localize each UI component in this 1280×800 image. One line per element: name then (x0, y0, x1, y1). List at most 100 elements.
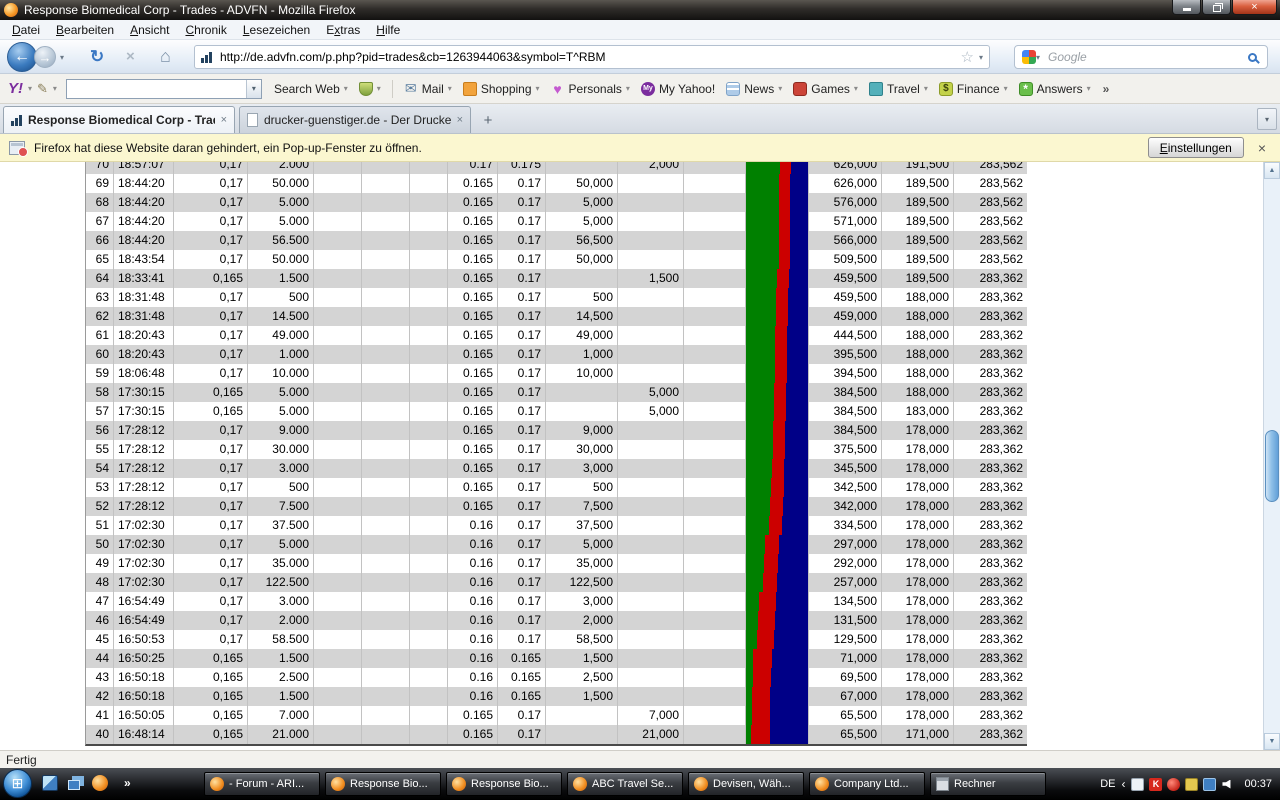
menu-lesezeichen[interactable]: Lesezeichen (235, 21, 318, 39)
home-button[interactable]: ⌂ (160, 46, 171, 67)
cell-ask: 0.17 (498, 554, 546, 573)
volume-tray-icon[interactable] (1221, 778, 1234, 791)
language-indicator[interactable]: DE (1100, 778, 1115, 790)
notification-text: Firefox hat diese Website daran gehinder… (34, 141, 422, 155)
window-title: Response Biomedical Corp - Trades - ADVF… (24, 3, 1171, 17)
kaspersky-tray-icon[interactable]: K (1149, 778, 1162, 791)
cell-day_total: 283,362 (954, 535, 1027, 554)
cell-bid: 0.165 (448, 440, 498, 459)
quick-launch-overflow-icon[interactable]: » (124, 776, 131, 790)
tab-2[interactable]: drucker-guenstiger.de - Der Drucke...× (239, 106, 471, 133)
yahoo-search-input[interactable]: ▾ (66, 79, 262, 99)
scroll-up-button[interactable]: ▲ (1264, 162, 1280, 179)
taskbar-task-1[interactable]: - Forum - ARI... (204, 772, 320, 796)
list-all-tabs-button[interactable]: ▾ (1257, 108, 1277, 130)
search-input[interactable]: ▾ Google (1014, 45, 1268, 69)
chevron-down-icon: ▾ (854, 84, 858, 93)
firefox-icon[interactable] (92, 775, 108, 791)
new-tab-button[interactable]: + (475, 108, 501, 133)
cell-ask: 0.17 (498, 345, 546, 364)
yahoo-item-games[interactable]: Games▾ (790, 82, 861, 96)
search-engine-dropdown-icon[interactable]: ▾ (1036, 53, 1040, 62)
url-input[interactable]: http://de.advfn.com/p.php?pid=trades&cb=… (194, 45, 990, 69)
cell-size: 7.000 (248, 706, 314, 725)
tabs-container: Response Biomedical Corp - Trad...×druck… (3, 106, 475, 133)
menu-hilfe[interactable]: Hilfe (368, 21, 408, 39)
yahoo-item-mail[interactable]: ✉Mail▾ (401, 82, 455, 96)
cell-empty (410, 459, 448, 478)
cell-empty (410, 516, 448, 535)
cell-sell: 7,000 (618, 706, 684, 725)
yahoo-item-finance[interactable]: $Finance▾ (936, 82, 1011, 96)
bookmark-dropdown-icon[interactable]: ▾ (979, 53, 983, 62)
task-label: Company Ltd... (834, 778, 909, 790)
menu-ansicht[interactable]: Ansicht (122, 21, 177, 39)
forward-button[interactable]: → (34, 46, 56, 68)
band-red (779, 174, 790, 193)
window-switcher-icon[interactable] (68, 780, 80, 790)
yahoo-item-personals[interactable]: ♥Personals▾ (548, 82, 633, 96)
toolbar-overflow-icon[interactable]: » (1103, 82, 1110, 96)
cell-buy_total: 345,500 (809, 459, 882, 478)
taskbar-task-2[interactable]: Response Bio... (325, 772, 441, 796)
taskbar-task-3[interactable]: Response Bio... (446, 772, 562, 796)
restore-button[interactable] (1202, 0, 1231, 15)
taskbar-task-5[interactable]: Devisen, Wäh... (688, 772, 804, 796)
chevron-left-icon[interactable]: ‹ (1121, 777, 1125, 791)
document-tray-icon[interactable] (1131, 778, 1144, 791)
menu-extras[interactable]: Extras (318, 21, 368, 39)
cell-sell (618, 630, 684, 649)
clipboard-tray-icon[interactable] (1185, 778, 1198, 791)
cell-size: 50.000 (248, 250, 314, 269)
stop-button[interactable]: × (126, 48, 135, 65)
tab-1[interactable]: Response Biomedical Corp - Trad...× (3, 106, 235, 133)
bookmark-star-icon[interactable]: ☆ (961, 48, 974, 66)
cell-day_total: 283,362 (954, 269, 1027, 288)
cell-bid: 0.165 (448, 250, 498, 269)
yahoo-item-my-yahoo[interactable]: MyMy Yahoo! (638, 82, 718, 96)
network-tray-icon[interactable] (1203, 778, 1216, 791)
menu-chronik[interactable]: Chronik (177, 21, 234, 39)
yahoo-item-shopping[interactable]: Shopping▾ (460, 82, 543, 96)
chevron-down-icon[interactable]: ▾ (53, 84, 57, 93)
close-button[interactable]: × (1232, 0, 1277, 15)
history-dropdown-button[interactable]: ▾ (60, 53, 64, 62)
restore-icon (1213, 5, 1221, 12)
taskbar-task-6[interactable]: Company Ltd... (809, 772, 925, 796)
cell-n: 49 (86, 554, 114, 573)
cell-size: 49.000 (248, 326, 314, 345)
taskbar-task-4[interactable]: ABC Travel Se... (567, 772, 683, 796)
cell-size: 21.000 (248, 725, 314, 744)
cell-day_total: 283,362 (954, 440, 1027, 459)
search-magnifier-icon[interactable] (1248, 53, 1257, 62)
reload-button[interactable]: ↻ (90, 47, 104, 67)
scrollbar-thumb[interactable] (1265, 430, 1279, 502)
notification-close-icon[interactable]: × (1258, 140, 1266, 156)
menu-datei[interactable]: Datei (4, 21, 48, 39)
yahoo-item-answers[interactable]: *Answers▾ (1016, 82, 1094, 96)
cell-sell_total: 189,500 (882, 174, 954, 193)
tab-close-icon[interactable]: × (457, 114, 463, 126)
pencil-icon[interactable]: ✎ (37, 81, 48, 97)
chevron-down-icon[interactable]: ▾ (28, 84, 32, 93)
minimize-button[interactable] (1172, 0, 1201, 15)
yahoo-search-web-button[interactable]: Search Web ▾ (271, 82, 351, 96)
cell-sell_total: 178,000 (882, 592, 954, 611)
menu-bearbeiten[interactable]: Bearbeiten (48, 21, 122, 39)
chevron-down-icon[interactable]: ▾ (246, 80, 261, 98)
scroll-down-button[interactable]: ▼ (1264, 733, 1280, 750)
antivirus-tray-icon[interactable] (1167, 778, 1180, 791)
yahoo-item-travel[interactable]: Travel▾ (866, 82, 931, 96)
taskbar-task-7[interactable]: Rechner (930, 772, 1046, 796)
back-button[interactable]: ← (7, 42, 37, 72)
cell-day_total: 283,362 (954, 478, 1027, 497)
start-button[interactable]: ⊞ (3, 769, 32, 798)
cell-bid: 0.165 (448, 307, 498, 326)
tab-close-icon[interactable]: × (221, 114, 227, 126)
einstellungen-button[interactable]: Einstellungen (1148, 137, 1244, 158)
yahoo-security-button[interactable]: ▾ (356, 82, 384, 96)
yahoo-item-news[interactable]: News▾ (723, 82, 785, 96)
show-desktop-icon[interactable] (42, 775, 58, 791)
yahoo-logo[interactable]: Y! (8, 80, 23, 97)
vertical-scrollbar[interactable]: ▲ ▼ (1263, 162, 1280, 750)
